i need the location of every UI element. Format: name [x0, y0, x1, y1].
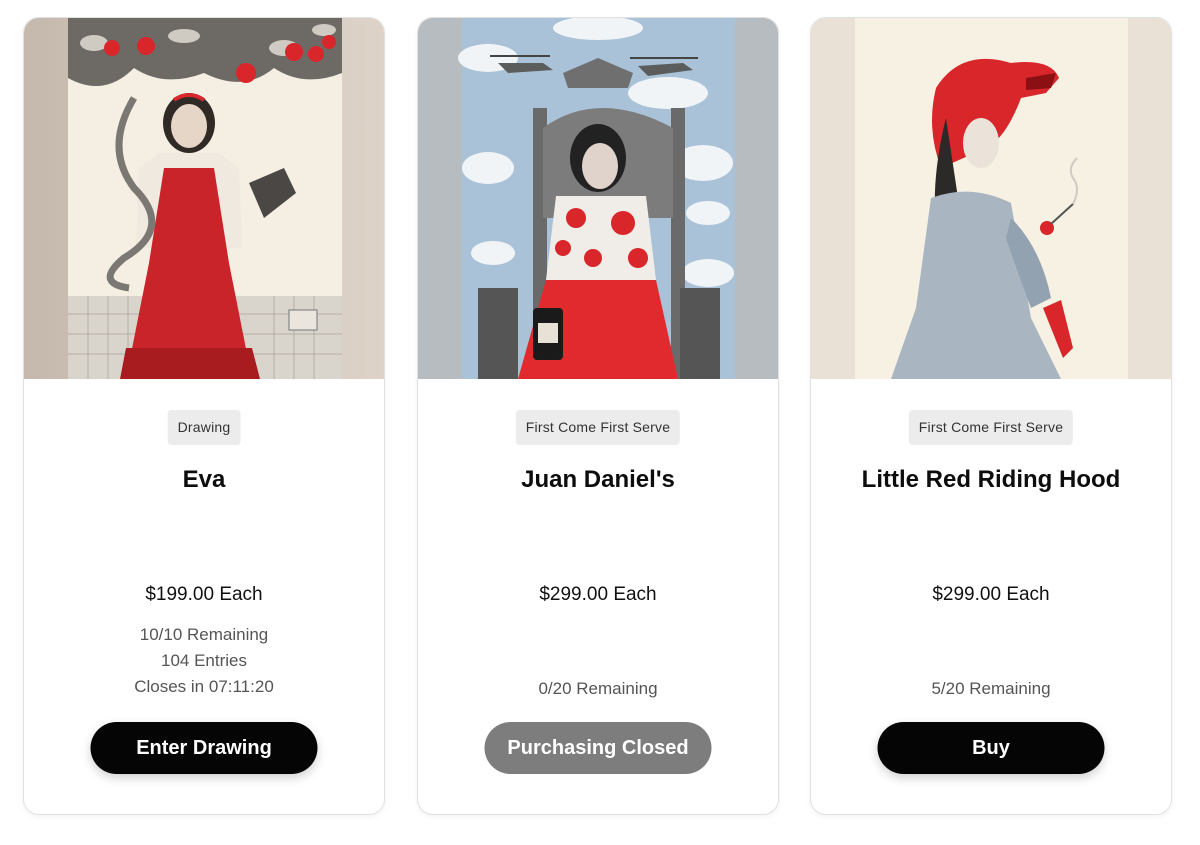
buy-button[interactable]: Buy	[877, 722, 1105, 774]
remaining-count: 0/20 Remaining	[538, 679, 658, 698]
purchasing-closed-button[interactable]: Purchasing Closed	[484, 722, 712, 774]
category-badge: First Come First Serve	[515, 410, 681, 445]
artwork-image-little-red-riding-hood[interactable]	[811, 18, 1171, 379]
category-badge: First Come First Serve	[908, 410, 1074, 445]
artwork-image-eva[interactable]	[24, 18, 384, 379]
product-title: Juan Daniel's	[521, 466, 675, 493]
product-title: Little Red Riding Hood	[861, 466, 1121, 493]
product-card-juan-daniels: First Come First Serve Juan Daniel's $29…	[417, 17, 779, 815]
product-price: $199.00 Each	[145, 584, 263, 605]
product-details: 10/10 Remaining 104 Entries Closes in 07…	[24, 622, 384, 700]
product-title: Eva	[182, 466, 226, 493]
closing-countdown: Closes in 07:11:20	[134, 677, 274, 696]
remaining-count: 5/20 Remaining	[931, 679, 1051, 698]
enter-drawing-button[interactable]: Enter Drawing	[90, 722, 318, 774]
category-badge: Drawing	[167, 410, 241, 445]
artwork-image-juan-daniels[interactable]	[418, 18, 778, 379]
product-card-little-red-riding-hood: First Come First Serve Little Red Riding…	[810, 17, 1172, 815]
artwork-eva-svg	[24, 18, 384, 379]
product-card-eva: Drawing Eva $199.00 Each 10/10 Remaining…	[23, 17, 385, 815]
entries-count: 104 Entries	[161, 651, 247, 670]
artwork-juan-daniels-svg	[418, 18, 778, 379]
product-price: $299.00 Each	[932, 584, 1050, 605]
remaining-count: 10/10 Remaining	[139, 625, 269, 644]
product-price: $299.00 Each	[539, 584, 657, 605]
artwork-little-red-svg	[811, 18, 1171, 379]
